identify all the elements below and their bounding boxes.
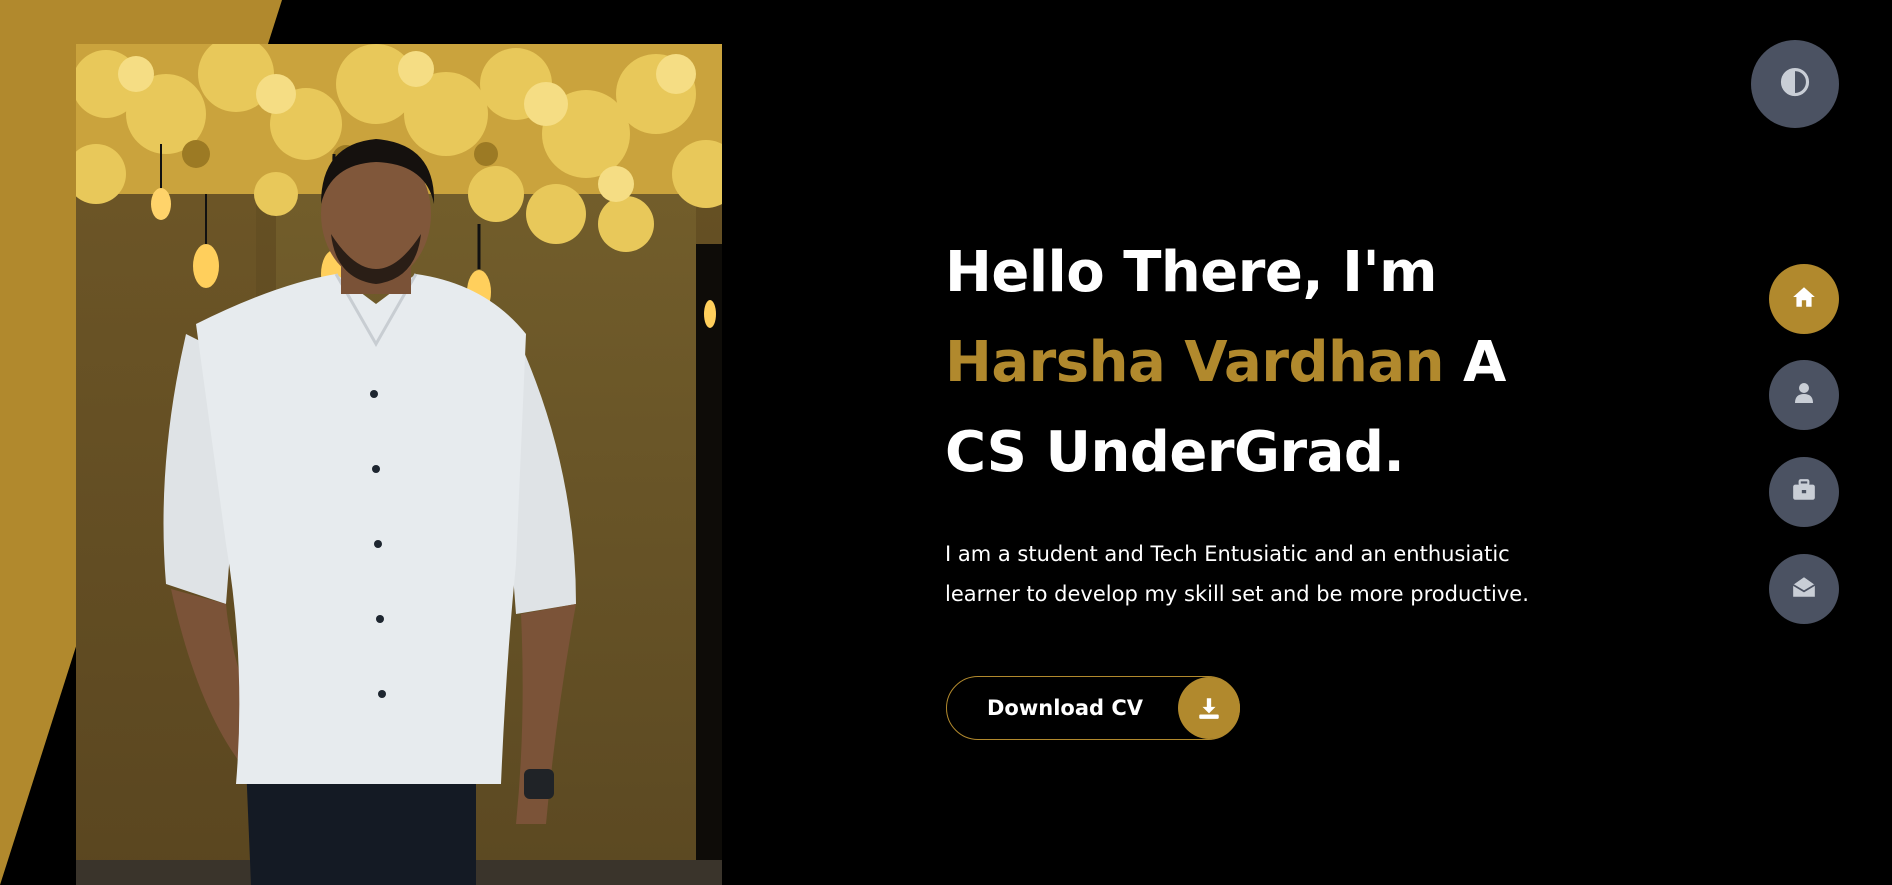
hero-greeting: Hello There, I'm — [945, 240, 1437, 305]
home-section: Hello There, I'm Harsha Vardhan A CS Und… — [0, 0, 1892, 885]
nav-about-button[interactable] — [1769, 360, 1839, 430]
download-icon — [1178, 677, 1240, 739]
briefcase-icon — [1791, 477, 1817, 507]
hero-role: CS UnderGrad. — [945, 420, 1405, 485]
hero-name: Harsha Vardhan — [945, 330, 1445, 395]
download-cv-label: Download CV — [987, 696, 1144, 720]
nav-home-button[interactable] — [1769, 264, 1839, 334]
hero-name-line: Harsha Vardhan A — [945, 318, 1565, 408]
theme-toggle-button[interactable] — [1751, 40, 1839, 128]
contrast-icon — [1780, 67, 1810, 101]
profile-photo — [76, 44, 722, 885]
hero-name-suffix: A — [1444, 330, 1506, 395]
home-icon — [1791, 284, 1817, 314]
user-icon — [1792, 381, 1816, 409]
mail-open-icon — [1791, 574, 1817, 604]
hero-text: Hello There, I'm Harsha Vardhan A CS Und… — [945, 228, 1565, 614]
nav-contact-button[interactable] — [1769, 554, 1839, 624]
download-cv-button[interactable]: Download CV — [946, 676, 1240, 740]
nav-portfolio-button[interactable] — [1769, 457, 1839, 527]
hero-description: I am a student and Tech Entusiatic and a… — [945, 542, 1529, 606]
